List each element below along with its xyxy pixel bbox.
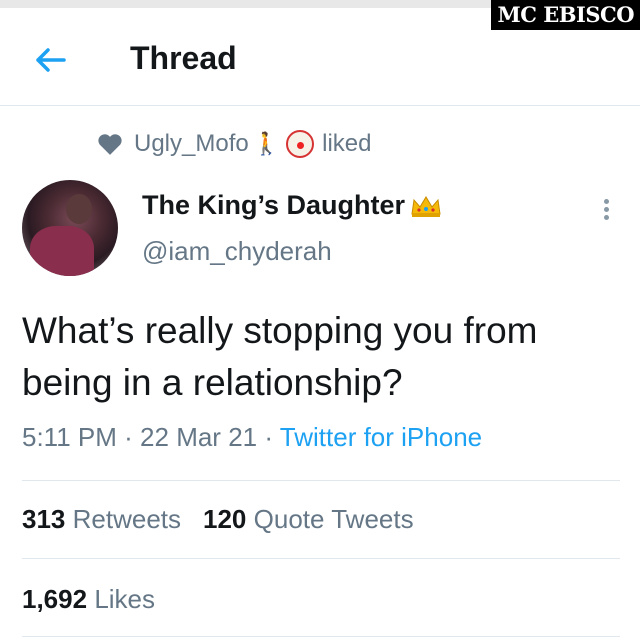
crown-icon [411,195,441,217]
separator: · [264,422,274,452]
retweets-count: 313 [22,504,66,534]
stats-divider [22,558,620,559]
author-handle[interactable]: @iam_chyderah [142,236,332,267]
clown-face-icon [286,130,315,158]
likes-stat[interactable]: 1,692 Likes [22,584,155,615]
author-name-row[interactable]: The King’s Daughter [142,190,443,221]
header-divider [0,105,640,106]
back-button[interactable] [32,42,72,78]
tweet-meta: 5:11 PM · 22 Mar 21 · Twitter for iPhone [22,422,482,453]
heart-icon [98,134,122,155]
separator: · [124,422,133,452]
tweet-source-link[interactable]: Twitter for iPhone [280,422,482,452]
quote-tweets-count: 120 [203,504,247,534]
quote-tweets-label: Quote Tweets [253,504,414,534]
author-name[interactable]: The King’s Daughter [142,190,405,221]
page-title: Thread [130,40,237,76]
walking-person-icon: 🚶 [252,131,281,156]
retweets-stat[interactable]: 313 Retweets [22,504,181,534]
tweet-text: What’s really stopping you from being in… [22,310,538,403]
watermark: MC EBISCO [491,0,640,30]
likes-label: Likes [94,584,156,614]
quote-tweets-stat[interactable]: 120 Quote Tweets [203,504,414,534]
liked-label: liked [322,130,372,157]
tweet-date[interactable]: 22 Mar 21 [140,422,257,452]
header: Thread [0,30,640,104]
meta-divider [22,480,620,481]
engagement-stats: 313 Retweets 120 Quote Tweets [22,504,414,535]
more-options-icon[interactable] [596,196,616,224]
retweets-label: Retweets [72,504,182,534]
social-context: Ugly_Mofo 🚶 liked [96,128,371,160]
tweet-time[interactable]: 5:11 PM [22,422,117,452]
likes-count: 1,692 [22,584,88,614]
likes-divider [22,636,620,637]
avatar[interactable] [22,180,118,276]
back-arrow-icon [36,48,66,72]
liker-name[interactable]: Ugly_Mofo [134,130,249,158]
